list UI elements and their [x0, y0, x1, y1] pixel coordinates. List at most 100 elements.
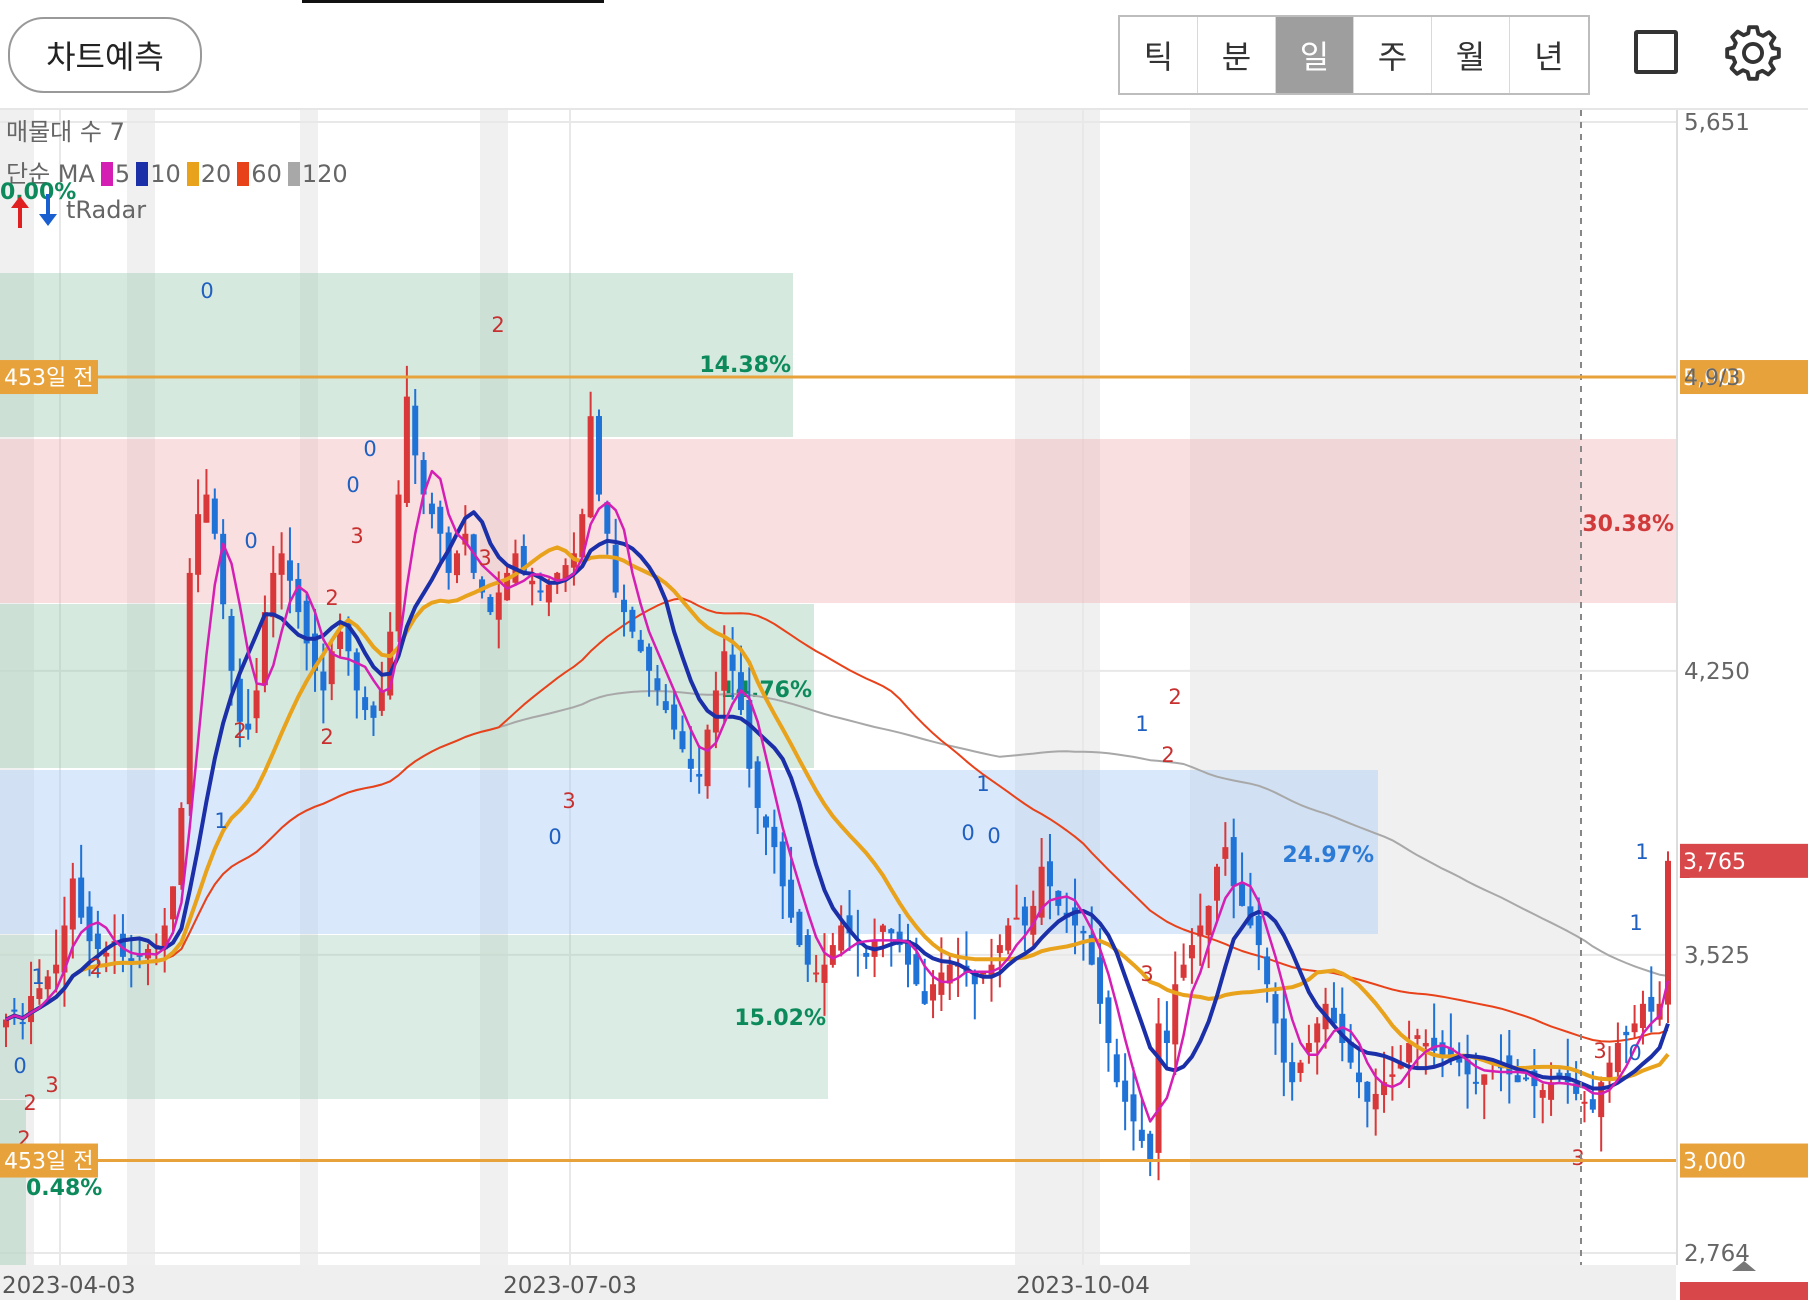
- candle-body: [1255, 915, 1262, 946]
- candle-body: [203, 494, 210, 523]
- candle-body: [1005, 925, 1012, 951]
- candle-body: [1639, 1003, 1646, 1029]
- gear-icon[interactable]: [1722, 22, 1784, 84]
- ma-swatch-5: [100, 162, 113, 186]
- candle-body: [1138, 1129, 1145, 1141]
- ma-swatch-20: [186, 162, 199, 186]
- signal-mark: 3: [1593, 1039, 1606, 1063]
- candle-body: [1406, 1043, 1413, 1063]
- x-tick-label: 2023-10-04: [1016, 1273, 1150, 1299]
- candle-body: [654, 678, 661, 691]
- candle-body: [637, 639, 644, 652]
- signal-mark: 0: [548, 825, 561, 849]
- period-tab-3[interactable]: 주: [1354, 17, 1432, 93]
- signal-mark: 2: [89, 955, 102, 979]
- candle-body: [270, 572, 277, 618]
- ma-period-5: 5: [114, 160, 131, 188]
- candle-body: [1214, 866, 1221, 901]
- zone-percent-label: 24.97%: [1282, 843, 1374, 868]
- profile-zone: [0, 935, 828, 1099]
- signal-mark: 1: [1635, 840, 1648, 864]
- candle-body: [428, 503, 435, 515]
- candle-body: [679, 731, 686, 750]
- x-tick-label: 2023-07-03: [503, 1273, 637, 1299]
- volume-profile-legend: 매물대 수 7: [6, 118, 125, 146]
- candle-body: [370, 705, 377, 718]
- candle-body: [604, 502, 611, 534]
- signal-mark: 3: [1571, 1146, 1584, 1170]
- candle-body: [1314, 1023, 1321, 1043]
- candle-body: [587, 416, 594, 518]
- candle-body: [253, 690, 260, 719]
- signal-mark: 1: [31, 965, 44, 989]
- signal-mark: 0: [13, 1054, 26, 1078]
- candle-body: [103, 952, 110, 957]
- x-axis-strip: [0, 1265, 1676, 1300]
- active-tab-indicator: [302, 0, 604, 3]
- signal-mark: 2: [320, 725, 333, 749]
- candle-body: [1514, 1075, 1521, 1083]
- signal-mark: 3: [45, 1073, 58, 1097]
- candle-body: [621, 599, 628, 613]
- candle-body: [1105, 997, 1112, 1044]
- partial-axis-label: 4,9/3: [1684, 366, 1740, 391]
- candle-body: [1414, 1035, 1421, 1039]
- profile-zone: [0, 273, 793, 437]
- candle-body: [236, 678, 243, 722]
- signal-mark: 0: [244, 529, 257, 553]
- candle-body: [94, 933, 101, 949]
- period-tab-2[interactable]: 일: [1276, 17, 1354, 93]
- bottom-price-tag: [1680, 1282, 1808, 1300]
- ma-period-60: 60: [251, 160, 282, 188]
- y-tick-label: 2,764: [1684, 1241, 1750, 1267]
- candle-body: [779, 841, 786, 887]
- signal-mark: 0: [346, 473, 359, 497]
- candle-body: [763, 816, 770, 828]
- candle-body: [278, 553, 285, 575]
- signal-mark: 2: [233, 719, 246, 743]
- candle-body: [796, 911, 803, 946]
- signal-mark: 1: [1135, 712, 1148, 736]
- ma-period-20: 20: [200, 160, 232, 188]
- candle-body: [1364, 1081, 1371, 1102]
- candle-body: [211, 498, 218, 534]
- candle-body: [1080, 930, 1087, 934]
- candle-body: [537, 590, 544, 593]
- candle-body: [879, 925, 886, 932]
- candle-body: [704, 729, 711, 787]
- x-tick-label: 2023-04-03: [2, 1273, 136, 1299]
- candle-body: [1147, 1133, 1154, 1161]
- period-tab-4[interactable]: 월: [1432, 17, 1510, 93]
- period-tab-0[interactable]: 틱: [1120, 17, 1198, 93]
- current-price-label: 3,765: [1683, 850, 1746, 875]
- y-tick-label: 3,525: [1684, 943, 1750, 969]
- candle-body: [1297, 1062, 1304, 1073]
- candle-body: [829, 945, 836, 965]
- candle-body: [1163, 1030, 1170, 1044]
- candle-body: [320, 671, 327, 691]
- square-icon[interactable]: [1634, 30, 1678, 74]
- candle-body: [1205, 905, 1212, 936]
- candle-body: [228, 615, 235, 671]
- candle-body: [295, 578, 302, 613]
- level-price: 3,000: [1683, 1150, 1746, 1175]
- candle-body: [821, 964, 828, 983]
- candle-body: [53, 964, 60, 974]
- candle-body: [813, 972, 820, 975]
- signal-mark: 3: [562, 789, 575, 813]
- radar-arrows-icon: [8, 194, 62, 228]
- chart-predict-button[interactable]: 차트예측: [8, 17, 202, 93]
- candle-body: [1130, 1094, 1137, 1122]
- candle-body: [1272, 994, 1279, 1024]
- profile-zone: [0, 439, 1676, 603]
- candle-body: [996, 945, 1003, 954]
- candle-body: [1472, 1081, 1479, 1084]
- period-tab-5[interactable]: 년: [1510, 17, 1588, 93]
- price-chart[interactable]: 14.38%30.38%14.76%24.97%15.02%0222310232…: [0, 110, 1808, 1300]
- candle-body: [1422, 1043, 1429, 1047]
- candle-body: [1631, 1023, 1638, 1033]
- candle-body: [1013, 917, 1020, 920]
- period-tab-1[interactable]: 분: [1198, 17, 1276, 93]
- signal-mark: 1: [1629, 911, 1642, 935]
- candle-body: [712, 690, 719, 733]
